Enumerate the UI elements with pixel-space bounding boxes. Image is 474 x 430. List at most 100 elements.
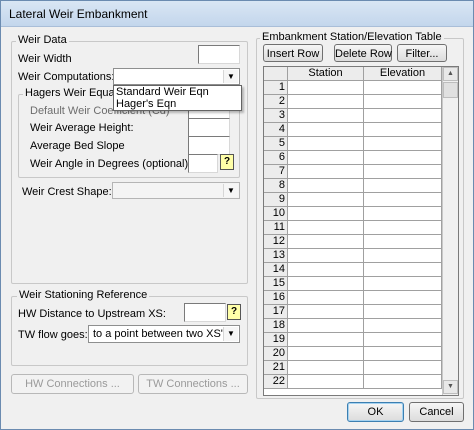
insert-row-button[interactable]: Insert Row <box>263 44 323 62</box>
station-cell[interactable] <box>288 319 364 333</box>
station-cell[interactable] <box>288 123 364 137</box>
scroll-up-icon[interactable]: ▲ <box>443 67 458 81</box>
elevation-cell[interactable] <box>364 109 442 123</box>
elevation-cell[interactable] <box>364 123 442 137</box>
elevation-cell[interactable] <box>364 333 442 347</box>
chevron-down-icon[interactable]: ▼ <box>223 184 238 197</box>
row-number: 21 <box>264 361 288 375</box>
elevation-cell[interactable] <box>364 291 442 305</box>
help-icon[interactable]: ? <box>220 154 234 170</box>
row-number: 22 <box>264 375 288 389</box>
station-cell[interactable] <box>288 277 364 291</box>
row-number: 4 <box>264 123 288 137</box>
vertical-scrollbar[interactable]: ▲ ▼ <box>442 67 458 395</box>
station-cell[interactable] <box>288 361 364 375</box>
elevation-cell[interactable] <box>364 165 442 179</box>
tw-flow-select[interactable]: to a point between two XS's ▼ <box>88 325 240 343</box>
scroll-thumb[interactable] <box>443 82 458 98</box>
station-cell[interactable] <box>288 207 364 221</box>
window-title: Lateral Weir Embankment <box>9 7 148 21</box>
elevation-cell[interactable] <box>364 361 442 375</box>
elevation-cell[interactable] <box>364 263 442 277</box>
elevation-cell[interactable] <box>364 81 442 95</box>
tw-flow-label: TW flow goes: <box>18 329 88 341</box>
station-cell[interactable] <box>288 95 364 109</box>
option-hagers[interactable]: Hager's Eqn <box>114 98 241 110</box>
station-cell[interactable] <box>288 305 364 319</box>
station-cell[interactable] <box>288 109 364 123</box>
station-cell[interactable] <box>288 137 364 151</box>
station-cell[interactable] <box>288 165 364 179</box>
station-cell[interactable] <box>288 263 364 277</box>
row-number: 19 <box>264 333 288 347</box>
station-cell[interactable] <box>288 375 364 389</box>
weir-crest-shape-select[interactable]: ▼ <box>112 182 240 199</box>
weir-angle-label: Weir Angle in Degrees (optional): <box>30 158 192 170</box>
elevation-cell[interactable] <box>364 305 442 319</box>
elevation-cell[interactable] <box>364 151 442 165</box>
station-cell[interactable] <box>288 221 364 235</box>
elevation-cell[interactable] <box>364 319 442 333</box>
weir-angle-input[interactable] <box>188 154 218 173</box>
station-cell[interactable] <box>288 179 364 193</box>
lateral-weir-dialog: Lateral Weir Embankment Weir Data Weir W… <box>0 0 474 430</box>
elevation-cell[interactable] <box>364 347 442 361</box>
tw-flow-value: to a point between two XS's <box>93 328 229 340</box>
help-icon[interactable]: ? <box>227 304 241 320</box>
table-corner <box>264 67 288 81</box>
elevation-cell[interactable] <box>364 179 442 193</box>
station-cell[interactable] <box>288 193 364 207</box>
station-cell[interactable] <box>288 347 364 361</box>
hw-distance-input[interactable] <box>184 303 226 322</box>
scroll-down-icon[interactable]: ▼ <box>443 380 458 394</box>
weir-average-height-input[interactable] <box>188 118 230 137</box>
option-standard-weir[interactable]: Standard Weir Eqn <box>114 86 241 98</box>
row-number: 16 <box>264 291 288 305</box>
elevation-cell[interactable] <box>364 277 442 291</box>
title-bar: Lateral Weir Embankment <box>1 1 473 27</box>
row-number: 11 <box>264 221 288 235</box>
row-number: 20 <box>264 347 288 361</box>
station-cell[interactable] <box>288 249 364 263</box>
delete-row-button[interactable]: Delete Row <box>334 44 392 62</box>
elevation-cell[interactable] <box>364 235 442 249</box>
column-header: Elevation <box>364 67 442 81</box>
weir-computations-dropdown: Standard Weir Eqn Hager's Eqn <box>113 85 242 111</box>
cancel-button[interactable]: Cancel <box>409 402 464 422</box>
hw-connections-button[interactable]: HW Connections ... <box>11 374 134 394</box>
elevation-cell[interactable] <box>364 375 442 389</box>
station-cell[interactable] <box>288 151 364 165</box>
column-header: Station <box>288 67 364 81</box>
hw-distance-label: HW Distance to Upstream XS: <box>18 308 166 320</box>
elevation-cell[interactable] <box>364 221 442 235</box>
station-cell[interactable] <box>288 235 364 249</box>
chevron-down-icon[interactable]: ▼ <box>223 327 238 341</box>
station-elevation-legend: Embankment Station/Elevation Table <box>260 31 444 44</box>
row-number: 7 <box>264 165 288 179</box>
elevation-cell[interactable] <box>364 207 442 221</box>
weir-crest-shape-label: Weir Crest Shape: <box>22 186 112 198</box>
tw-connections-button[interactable]: TW Connections ... <box>138 374 248 394</box>
filter-button[interactable]: Filter... <box>397 44 447 62</box>
weir-average-height-label: Weir Average Height: <box>30 122 134 134</box>
station-cell[interactable] <box>288 81 364 95</box>
weir-computations-label: Weir Computations: <box>18 71 115 83</box>
ok-button[interactable]: OK <box>347 402 404 422</box>
row-number: 6 <box>264 151 288 165</box>
station-cell[interactable] <box>288 291 364 305</box>
weir-computations-select[interactable]: ▼ <box>113 68 240 85</box>
weir-width-input[interactable] <box>198 45 240 64</box>
chevron-down-icon[interactable]: ▼ <box>223 70 238 83</box>
row-number: 3 <box>264 109 288 123</box>
row-number: 2 <box>264 95 288 109</box>
elevation-cell[interactable] <box>364 193 442 207</box>
elevation-cell[interactable] <box>364 95 442 109</box>
average-bed-slope-label: Average Bed Slope <box>30 140 125 152</box>
average-bed-slope-input[interactable] <box>188 136 230 155</box>
station-elevation-table: Station Elevation 1 2 3 4 5 6 7 8 9 10 11 12 13 14 15 16 1… <box>263 66 459 396</box>
elevation-cell[interactable] <box>364 137 442 151</box>
station-cell[interactable] <box>288 333 364 347</box>
row-number: 9 <box>264 193 288 207</box>
elevation-cell[interactable] <box>364 249 442 263</box>
row-number: 15 <box>264 277 288 291</box>
